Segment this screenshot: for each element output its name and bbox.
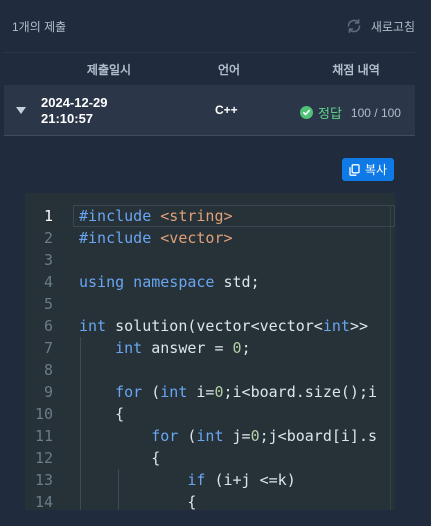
code-line: 1 #include <string> bbox=[25, 205, 395, 227]
check-circle-icon bbox=[300, 106, 313, 119]
submission-datetime: 2024-12-29 21:10:57 bbox=[41, 95, 108, 127]
code-token: ;j<board[i].s bbox=[259, 427, 378, 445]
submission-header: 1개의 제출 새로고침 bbox=[0, 0, 431, 52]
code-line: 11 for (int j=0;j<board[i].s bbox=[25, 425, 395, 447]
submission-language: C++ bbox=[215, 103, 238, 117]
code-text: { bbox=[79, 447, 160, 469]
code-token: ; bbox=[241, 339, 251, 357]
code-token: { bbox=[79, 405, 125, 423]
line-number: 8 bbox=[43, 361, 53, 379]
code-token: { bbox=[79, 449, 161, 467]
code-token: <vector> bbox=[160, 229, 233, 247]
code-line: 8 bbox=[25, 359, 395, 381]
code-line: 5 bbox=[25, 293, 395, 315]
code-token: int bbox=[115, 339, 152, 357]
code-text: for (int j=0;j<board[i].s bbox=[79, 425, 377, 447]
code-text: int solution(vector<vector<int>> bbox=[79, 315, 368, 337]
copy-label: 복사 bbox=[364, 163, 388, 177]
refresh-icon bbox=[347, 19, 361, 33]
refresh-button[interactable]: 새로고침 bbox=[345, 17, 415, 35]
code-line: 6 int solution(vector<vector<int>> bbox=[25, 315, 395, 337]
copy-icon bbox=[349, 163, 360, 176]
expand-caret-icon[interactable] bbox=[16, 107, 26, 114]
code-token: for bbox=[151, 427, 188, 445]
code-token: j= bbox=[232, 427, 251, 445]
submission-date: 2024-12-29 bbox=[41, 95, 108, 110]
line-number: 12 bbox=[34, 449, 53, 467]
column-header-result: 채점 내역 bbox=[332, 63, 380, 77]
code-token: <string> bbox=[160, 207, 233, 225]
column-header-date: 제출일시 bbox=[86, 63, 132, 77]
verdict-label: 정답 bbox=[318, 106, 342, 121]
score-value: 100 / 100 bbox=[350, 105, 401, 120]
line-number: 3 bbox=[43, 251, 53, 269]
code-text: #include <string> bbox=[79, 205, 233, 227]
line-number: 7 bbox=[43, 339, 53, 357]
code-token: ( bbox=[151, 383, 161, 401]
code-viewer[interactable]: 1 #include <string> 2 #include <vector> 3 4 us… bbox=[25, 193, 395, 510]
table-row[interactable]: 2024-12-29 21:10:57 C++ 정답 100 / 100 bbox=[4, 85, 415, 136]
line-number: 6 bbox=[43, 317, 53, 335]
code-token: 0 bbox=[232, 339, 242, 357]
code-token: using namespace bbox=[79, 273, 224, 291]
code-token: int bbox=[160, 383, 197, 401]
code-text: { bbox=[79, 491, 196, 510]
copy-button[interactable]: 복사 bbox=[342, 158, 394, 181]
line-number: 9 bbox=[43, 383, 53, 401]
table-header: 제출일시 언어 채점 내역 bbox=[4, 52, 415, 86]
code-token: answer = bbox=[151, 339, 233, 357]
code-text: #include <vector> bbox=[79, 227, 233, 249]
code-token: if bbox=[187, 471, 215, 489]
code-token: std; bbox=[223, 273, 260, 291]
code-token: i= bbox=[196, 383, 215, 401]
code-token: 0 bbox=[214, 383, 224, 401]
code-line: 7 int answer = 0; bbox=[25, 337, 395, 359]
code-token: ;i<board.size();i bbox=[223, 383, 378, 401]
code-line: 4 using namespace std; bbox=[25, 271, 395, 293]
code-line: 2 #include <vector> bbox=[25, 227, 395, 249]
code-token: #include bbox=[79, 229, 161, 247]
code-text: int answer = 0; bbox=[79, 337, 251, 359]
line-number: 10 bbox=[34, 405, 53, 423]
line-number: 1 bbox=[43, 207, 53, 225]
code-line: 12 { bbox=[25, 447, 395, 469]
code-token: #include bbox=[79, 207, 161, 225]
code-token: >> bbox=[349, 317, 368, 335]
code-token: for bbox=[115, 383, 152, 401]
code-text: for (int i=0;i<board.size();i bbox=[79, 381, 377, 403]
line-number: 2 bbox=[43, 229, 53, 247]
code-token: solution(vector<vector< bbox=[115, 317, 323, 335]
line-number: 4 bbox=[43, 273, 53, 291]
line-number: 14 bbox=[34, 493, 53, 510]
submission-time: 21:10:57 bbox=[41, 111, 94, 126]
code-token: { bbox=[79, 493, 197, 510]
code-text: using namespace std; bbox=[79, 271, 260, 293]
code-token: int bbox=[196, 427, 233, 445]
code-line: 9 for (int i=0;i<board.size();i bbox=[25, 381, 395, 403]
code-line: 10 { bbox=[25, 403, 395, 425]
line-number: 11 bbox=[34, 427, 53, 445]
code-token: 0 bbox=[250, 427, 260, 445]
code-line: 3 bbox=[25, 249, 395, 271]
line-number: 5 bbox=[43, 295, 53, 313]
code-line: 13 if (i+j <=k) bbox=[25, 469, 395, 491]
submission-count: 1개의 제출 bbox=[12, 20, 67, 34]
grading-result: 정답 100 / 100 bbox=[300, 103, 401, 122]
code-text: { bbox=[79, 403, 124, 425]
column-header-language: 언어 bbox=[217, 63, 241, 77]
code-token: int bbox=[79, 317, 116, 335]
refresh-label: 새로고침 bbox=[370, 19, 415, 34]
line-number: 13 bbox=[34, 471, 53, 489]
code-line: 14 { bbox=[25, 491, 395, 510]
code-text: if (i+j <=k) bbox=[79, 469, 296, 491]
code-token: int bbox=[322, 317, 350, 335]
code-token: (i+j <=k) bbox=[214, 471, 296, 489]
